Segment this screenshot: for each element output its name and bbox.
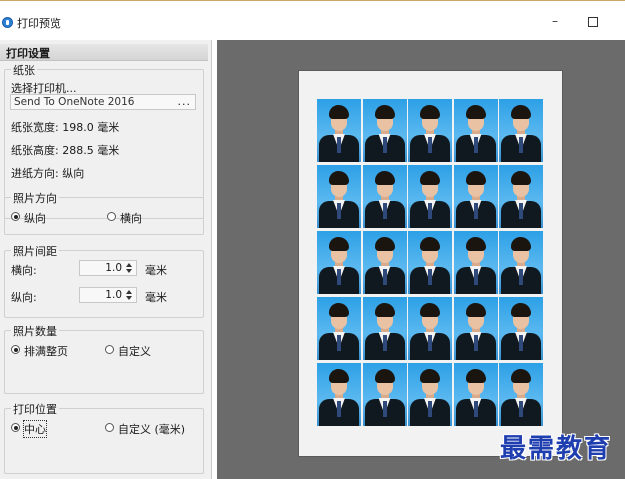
spinner-arrows-icon[interactable] [125, 261, 134, 275]
watermark-text: 最需教育 [500, 434, 613, 464]
radio-unchecked-icon [105, 345, 114, 354]
print-position-group: 打印位置 [4, 401, 204, 474]
id-photo-thumbnail [408, 231, 452, 294]
id-photo-thumbnail [362, 363, 407, 426]
minimize-button[interactable]: – [541, 11, 569, 31]
id-photo-thumbnail [499, 231, 543, 294]
paper-height-text: 纸张高度: 288.5 毫米 [11, 144, 120, 157]
printer-select-field[interactable]: Send To OneNote 2016 ... [10, 94, 196, 110]
count-custom-label: 自定义 [118, 345, 151, 358]
id-photo-thumbnail [362, 297, 407, 360]
id-photo-thumbnail [362, 231, 407, 294]
id-photo-thumbnail [453, 165, 498, 228]
maximize-button[interactable] [579, 11, 607, 31]
id-photo-thumbnail [499, 363, 543, 426]
print-position-group-title: 打印位置 [11, 401, 59, 417]
vertical-spacing-input[interactable]: 1.0 [79, 287, 137, 303]
maximize-icon [588, 16, 598, 27]
panel-header: 打印设置 [0, 44, 208, 61]
print-settings-panel: 打印设置 纸张 选择打印机... Send To OneNote 2016 ..… [0, 40, 212, 479]
radio-checked-icon [11, 423, 20, 432]
title-bar: 打印预览 – [0, 0, 625, 36]
count-fill-page-label: 排满整页 [24, 345, 68, 358]
printer-value: Send To OneNote 2016 [14, 96, 135, 108]
id-photo-thumbnail [317, 99, 361, 162]
horizontal-spacing-label: 横向: [11, 264, 37, 277]
photo-count-group-title: 照片数量 [11, 323, 59, 339]
radio-unchecked-icon [107, 212, 116, 221]
id-photo-thumbnail [499, 99, 543, 162]
paper-feed-text: 进纸方向: 纵向 [11, 167, 85, 180]
paper-preview [299, 71, 562, 456]
print-preview-area [217, 40, 625, 479]
orientation-portrait-label: 纵向 [24, 212, 46, 225]
vertical-spacing-value: 1.0 [105, 289, 122, 301]
orientation-landscape-label: 横向 [120, 212, 142, 225]
spinner-arrows-icon[interactable] [125, 288, 134, 302]
app-icon [2, 17, 13, 28]
vertical-spacing-label: 纵向: [11, 291, 37, 304]
id-photo-thumbnail [499, 297, 543, 360]
horizontal-spacing-value: 1.0 [105, 262, 122, 274]
radio-checked-icon [11, 212, 20, 221]
id-photo-thumbnail [362, 165, 407, 228]
id-photo-thumbnail [453, 99, 498, 162]
position-center-label: 中心 [23, 420, 47, 438]
id-photo-thumbnail [453, 363, 498, 426]
id-photo-thumbnail [317, 231, 361, 294]
id-photo-thumbnail [317, 297, 361, 360]
paper-group-title: 纸张 [11, 62, 37, 78]
vertical-spacing-unit: 毫米 [145, 291, 167, 304]
photo-count-group: 照片数量 [4, 323, 204, 394]
id-photo-thumbnail [453, 297, 498, 360]
id-photo-thumbnail [317, 363, 361, 426]
id-photo-thumbnail [408, 363, 452, 426]
paper-width-text: 纸张宽度: 198.0 毫米 [11, 121, 120, 134]
orientation-group-title: 照片方向 [11, 190, 59, 206]
horizontal-spacing-unit: 毫米 [145, 264, 167, 277]
horizontal-spacing-input[interactable]: 1.0 [79, 260, 137, 276]
panel-header-label: 打印设置 [6, 47, 50, 60]
id-photo-thumbnail [499, 165, 543, 228]
id-photo-thumbnail [408, 99, 452, 162]
id-photo-thumbnail [408, 165, 452, 228]
radio-checked-icon [11, 345, 20, 354]
window-title: 打印预览 [17, 17, 61, 30]
spacing-group-title: 照片间距 [11, 243, 59, 259]
id-photo-thumbnail [453, 231, 498, 294]
id-photo-thumbnail [408, 297, 452, 360]
id-photo-thumbnail [317, 165, 361, 228]
radio-unchecked-icon [105, 423, 114, 432]
position-custom-label: 自定义 (毫米) [118, 423, 186, 436]
browse-printer-button[interactable]: ... [178, 95, 192, 108]
id-photo-thumbnail [362, 99, 407, 162]
